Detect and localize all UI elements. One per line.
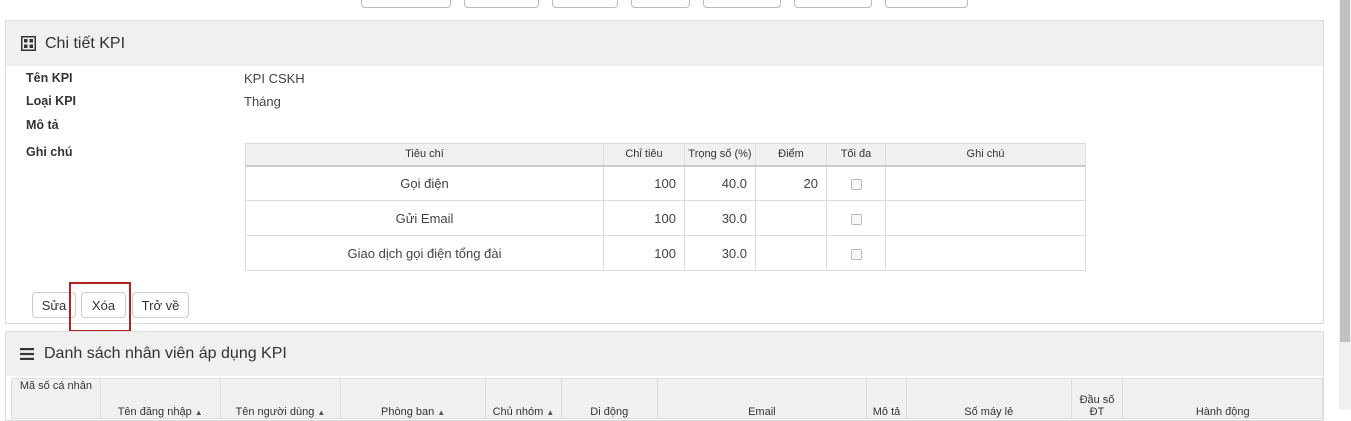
toolbar-button[interactable] xyxy=(794,0,872,8)
kpi-detail-panel: Chi tiết KPI Tên KPI KPI CSKH Loại KPI T… xyxy=(5,20,1324,332)
sort-icon: ▲ xyxy=(317,407,326,417)
criterion-cell: Giao dịch gọi điện tổng đài xyxy=(245,235,604,271)
table-row: Gọi điện 100 40.0 20 xyxy=(245,165,1086,201)
toolbar-button[interactable] xyxy=(464,0,539,8)
back-button[interactable]: Trở về xyxy=(132,292,189,318)
target-cell: 100 xyxy=(603,200,685,236)
panel-title: Danh sách nhân viên áp dụng KPI xyxy=(44,345,287,362)
kpi-name-value: KPI CSKH xyxy=(244,71,305,86)
max-cell xyxy=(826,235,886,271)
col-group-lead[interactable]: Chủ nhóm ▲ xyxy=(484,378,562,419)
kpi-type-label: Loại KPI xyxy=(26,94,77,108)
col-mobile[interactable]: Di động xyxy=(560,378,658,419)
weight-cell: 30.0 xyxy=(684,235,756,271)
delete-button[interactable]: Xóa xyxy=(81,292,126,318)
max-cell xyxy=(826,165,886,201)
col-weight: Trọng số (%) xyxy=(684,143,756,167)
max-checkbox[interactable] xyxy=(850,178,862,190)
col-personal-id[interactable]: Mã số cá nhân xyxy=(11,378,101,419)
col-note: Ghi chú xyxy=(885,143,1086,167)
criteria-table: Tiêu chí Chỉ tiêu Trọng số (%) Điểm Tối … xyxy=(245,143,1086,271)
score-cell: 20 xyxy=(755,165,827,201)
weight-cell: 40.0 xyxy=(684,165,756,201)
max-checkbox[interactable] xyxy=(850,248,862,260)
sort-icon: ▲ xyxy=(546,407,555,417)
table-row: Giao dịch gọi điện tổng đài 100 30.0 xyxy=(245,235,1086,271)
criterion-cell: Gửi Email xyxy=(245,200,604,236)
employee-table: Mã số cá nhân Tên đăng nhập ▲ Tên người d… xyxy=(11,378,1323,419)
criterion-cell: Gọi điện xyxy=(245,165,604,201)
employee-list-panel: Danh sách nhân viên áp dụng KPI Mã số cá… xyxy=(5,331,1324,421)
target-cell: 100 xyxy=(603,235,685,271)
kpi-name-label: Tên KPI xyxy=(26,71,73,85)
criteria-header-row: Tiêu chí Chỉ tiêu Trọng số (%) Điểm Tối … xyxy=(245,143,1086,167)
scrollbar-thumb[interactable] xyxy=(1340,0,1350,342)
top-toolbar xyxy=(361,0,968,8)
col-full-name[interactable]: Tên người dùng ▲ xyxy=(219,378,342,419)
score-cell xyxy=(755,235,827,271)
col-phone-prefix[interactable]: Đầu số ĐT xyxy=(1070,378,1124,419)
kpi-note-label: Ghi chú xyxy=(26,145,73,159)
sort-icon: ▲ xyxy=(437,407,446,417)
col-department[interactable]: Phòng ban ▲ xyxy=(340,378,486,419)
note-cell xyxy=(885,200,1086,236)
note-cell xyxy=(885,165,1086,201)
toolbar-button[interactable] xyxy=(703,0,781,8)
table-row: Gửi Email 100 30.0 xyxy=(245,200,1086,236)
col-description[interactable]: Mô tả xyxy=(866,378,907,419)
kpi-description-label: Mô tả xyxy=(26,118,59,132)
score-cell xyxy=(755,200,827,236)
vertical-scrollbar[interactable] xyxy=(1339,0,1351,410)
col-score: Điểm xyxy=(755,143,827,167)
toolbar-button[interactable] xyxy=(552,0,618,8)
kpi-type-value: Tháng xyxy=(244,94,281,109)
employee-header-row: Mã số cá nhân Tên đăng nhập ▲ Tên người d… xyxy=(11,378,1323,419)
note-cell xyxy=(885,235,1086,271)
panel-title: Chi tiết KPI xyxy=(45,34,126,52)
col-target: Chỉ tiêu xyxy=(603,143,685,167)
list-icon xyxy=(20,348,34,360)
panel-header: Chi tiết KPI xyxy=(6,21,1323,66)
weight-cell: 30.0 xyxy=(684,200,756,236)
col-username[interactable]: Tên đăng nhập ▲ xyxy=(99,378,221,419)
col-max: Tối đa xyxy=(826,143,886,167)
max-cell xyxy=(826,200,886,236)
toolbar-button[interactable] xyxy=(885,0,968,8)
sort-icon: ▲ xyxy=(194,407,203,417)
panel-header: Danh sách nhân viên áp dụng KPI xyxy=(6,332,1323,376)
target-cell: 100 xyxy=(603,165,685,201)
toolbar-button[interactable] xyxy=(631,0,690,8)
col-criterion: Tiêu chí xyxy=(245,143,604,167)
grid-icon xyxy=(21,36,36,51)
toolbar-button[interactable] xyxy=(361,0,451,8)
max-checkbox[interactable] xyxy=(850,213,862,225)
col-actions: Hành động xyxy=(1122,378,1323,419)
col-email[interactable]: Email xyxy=(656,378,868,419)
col-extension[interactable]: Số máy lẻ xyxy=(905,378,1072,419)
